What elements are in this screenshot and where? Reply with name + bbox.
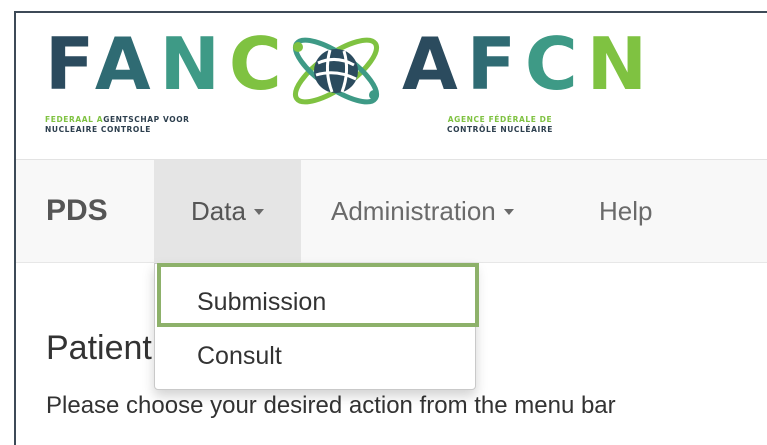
nav-administration-label: Administration — [331, 196, 496, 226]
nav-help-link[interactable]: Help — [599, 160, 652, 262]
caret-down-icon — [503, 209, 514, 216]
site-header: FANC AFCN FEDERAAL AGENTSCHAP VOOR NUCLE… — [16, 13, 767, 160]
caret-down-icon — [253, 209, 264, 216]
subtitle-fr-line1: AGENCE FÉDÉRALE DE — [447, 115, 553, 124]
logo-letter-f: F — [45, 22, 95, 106]
data-dropdown-menu: Submission Consult — [154, 263, 476, 390]
logo-letter-c: C — [228, 22, 291, 106]
afcn-logo[interactable]: AFCN — [402, 21, 656, 107]
logo-subtitle-fr: AGENCE FÉDÉRALE DE CONTRÔLE NUCLÉAIRE — [447, 115, 553, 135]
logo-letter-n2: N — [586, 22, 657, 106]
page-title: Patient — [46, 329, 152, 367]
subtitle-nl-part2: GENTSCHAP VOOR — [103, 115, 190, 124]
fanc-logo[interactable]: FANC — [45, 21, 291, 107]
nav-data-label: Data — [191, 196, 246, 226]
nav-data-dropdown[interactable]: Data — [154, 160, 301, 262]
page-instruction: Please choose your desired action from t… — [46, 392, 616, 419]
browser-viewport: FANC AFCN FEDERAAL AGENTSCHAP VOOR NUCLE… — [14, 11, 767, 445]
logo-subtitle-nl: FEDERAAL AGENTSCHAP VOOR NUCLEAIRE CONTR… — [45, 115, 190, 135]
nav-help-label: Help — [599, 196, 653, 226]
menu-item-submission[interactable]: Submission — [155, 286, 475, 318]
subtitle-fr-line2: CONTRÔLE NUCLÉAIRE — [447, 125, 554, 134]
logo-letter-a2: A — [402, 22, 467, 106]
logo-letter-f2: F — [466, 22, 525, 106]
logo-letter-a: A — [94, 22, 160, 106]
subtitle-nl-line2: NUCLEAIRE CONTROLE — [45, 125, 152, 134]
atom-globe-icon — [292, 37, 380, 105]
menu-item-consult[interactable]: Consult — [155, 340, 475, 372]
main-navbar: PDS Data Administration Help — [16, 160, 767, 263]
nav-administration-dropdown[interactable]: Administration — [331, 160, 514, 262]
subtitle-nl-part1: FEDERAAL A — [45, 115, 104, 124]
logo-letter-c2: C — [524, 22, 587, 106]
logo-letter-n: N — [159, 22, 229, 106]
navbar-brand[interactable]: PDS — [46, 160, 108, 262]
